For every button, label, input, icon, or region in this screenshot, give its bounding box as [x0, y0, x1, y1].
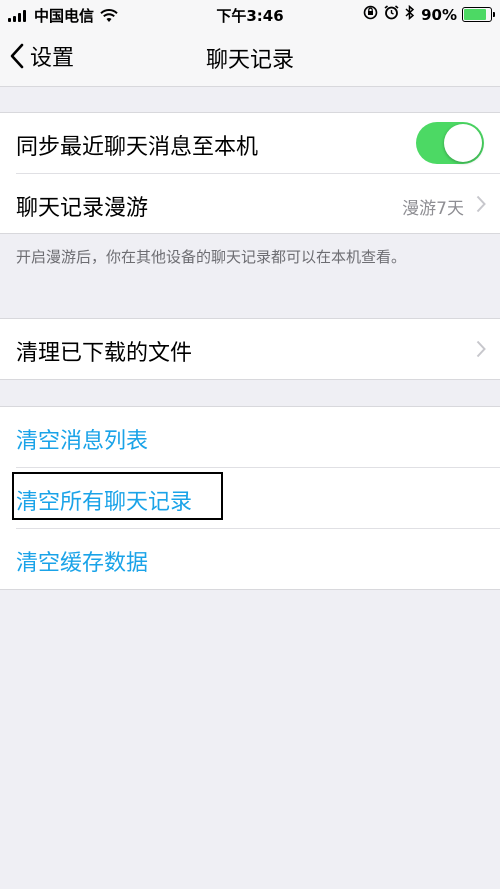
clear-message-list-button[interactable]: 清空消息列表 [16, 423, 148, 455]
files-group: 清理已下载的文件 [0, 318, 500, 380]
clear-cache-row[interactable]: 清空缓存数据 [0, 529, 500, 589]
clean-files-label: 清理已下载的文件 [16, 341, 193, 366]
clear-message-list-row[interactable]: 清空消息列表 [0, 407, 500, 467]
status-bar: 中国电信 下午3:46 90% [0, 0, 500, 28]
orientation-lock-icon [363, 5, 378, 24]
roaming-value: 漫游7天 [402, 199, 464, 219]
roaming-row[interactable]: 聊天记录漫游 漫游7天 [0, 174, 500, 234]
page-title: 聊天记录 [205, 48, 294, 73]
sync-settings-group: 同步最近聊天消息至本机 聊天记录漫游 漫游7天 [0, 112, 500, 234]
roaming-label: 聊天记录漫游 [16, 196, 149, 221]
alarm-icon [384, 5, 399, 24]
clean-files-row[interactable]: 清理已下载的文件 [0, 319, 500, 379]
sync-label: 同步最近聊天消息至本机 [16, 135, 259, 160]
bluetooth-icon [405, 4, 415, 24]
navigation-bar: 设置 聊天记录 [0, 28, 500, 87]
battery-icon [462, 7, 495, 22]
sync-row: 同步最近聊天消息至本机 [0, 113, 500, 173]
highlight-box [12, 472, 223, 520]
chevron-right-icon [476, 195, 486, 213]
clear-cache-button[interactable]: 清空缓存数据 [16, 545, 148, 577]
sync-toggle[interactable] [416, 122, 484, 164]
chevron-right-icon [476, 340, 486, 358]
roaming-footnote: 开启漫游后，你在其他设备的聊天记录都可以在本机查看。 [16, 248, 407, 266]
battery-percent: 90% [421, 5, 457, 24]
